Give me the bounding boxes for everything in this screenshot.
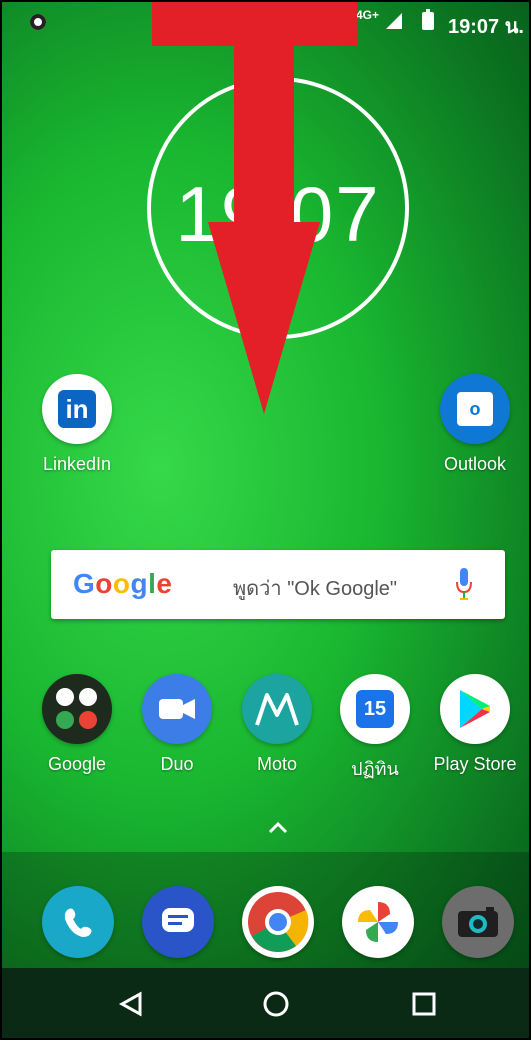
google-search-bar[interactable]: Google พูดว่า "Ok Google" bbox=[51, 550, 505, 619]
google-logo: Google bbox=[73, 568, 173, 599]
camera-icon[interactable] bbox=[442, 886, 514, 958]
play-store-icon bbox=[440, 674, 510, 744]
app-outlook[interactable]: o Outlook bbox=[430, 374, 520, 475]
app-label: ปฏิทิน bbox=[351, 759, 399, 779]
app-duo[interactable]: Duo bbox=[132, 674, 222, 775]
dock bbox=[2, 852, 529, 972]
status-time: 19:07 น. bbox=[448, 16, 524, 38]
navigation-bar bbox=[2, 968, 529, 1038]
back-icon[interactable] bbox=[114, 986, 150, 1022]
app-label: Google bbox=[47, 754, 107, 774]
photos-icon[interactable] bbox=[342, 886, 414, 958]
app-label: Play Store bbox=[433, 754, 517, 774]
clock-widget[interactable]: จ 19:07 ค. bbox=[147, 77, 409, 339]
calendar-day: 15 bbox=[356, 690, 394, 728]
home-icon[interactable] bbox=[258, 986, 294, 1022]
app-play-store[interactable]: Play Store bbox=[430, 674, 520, 775]
app-label: Outlook bbox=[443, 454, 507, 474]
chrome-icon[interactable] bbox=[242, 886, 314, 958]
app-linkedin[interactable]: in LinkedIn bbox=[32, 374, 122, 475]
app-label: Moto bbox=[256, 754, 298, 774]
recents-icon[interactable] bbox=[406, 986, 442, 1022]
status-bar: 4G+ 19:07 น. bbox=[2, 2, 529, 42]
app-moto[interactable]: Moto bbox=[232, 674, 322, 775]
outlook-icon: o bbox=[440, 374, 510, 444]
clock-day: จ bbox=[273, 135, 283, 152]
home-screen: 4G+ 19:07 น. จ 19:07 ค. in LinkedIn o Ou… bbox=[0, 0, 531, 1040]
clock-time: 19:07 bbox=[175, 170, 381, 258]
search-placeholder: พูดว่า "Ok Google" bbox=[233, 578, 397, 600]
clock-date: ค. bbox=[271, 275, 285, 291]
app-calendar[interactable]: 15 ปฏิทิน bbox=[330, 674, 420, 783]
google-folder-icon bbox=[42, 674, 112, 744]
duo-icon bbox=[142, 674, 212, 744]
app-drawer-chevron-icon[interactable] bbox=[264, 814, 292, 842]
app-google-folder[interactable]: Google bbox=[32, 674, 122, 775]
microphone-icon[interactable] bbox=[455, 568, 473, 602]
moto-icon bbox=[242, 674, 312, 744]
battery-icon bbox=[422, 9, 434, 30]
linkedin-icon: in bbox=[42, 374, 112, 444]
signal-icon bbox=[386, 13, 402, 29]
app-label: LinkedIn bbox=[42, 454, 112, 474]
notification-dot-icon bbox=[30, 14, 46, 30]
calendar-icon: 15 bbox=[340, 674, 410, 744]
phone-icon[interactable] bbox=[42, 886, 114, 958]
app-label: Duo bbox=[160, 754, 194, 774]
network-type: 4G+ bbox=[356, 8, 380, 22]
messages-icon[interactable] bbox=[142, 886, 214, 958]
